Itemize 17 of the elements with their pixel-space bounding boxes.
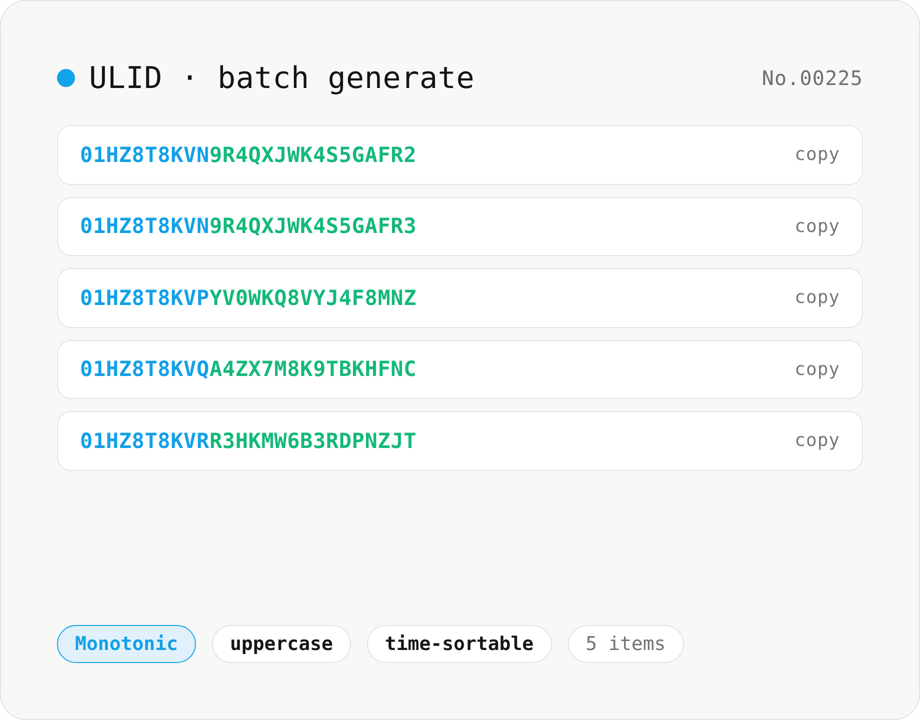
- status-dot-icon: [57, 69, 75, 87]
- ulid-text: 01HZ8T8KVQA4ZX7M8K9TBKHFNC: [80, 357, 417, 382]
- batch-number: No.00225: [762, 66, 863, 90]
- copy-button[interactable]: copy: [794, 430, 840, 452]
- option-chip[interactable]: Monotonic: [57, 625, 196, 663]
- item-count: 5 items: [568, 625, 684, 663]
- copy-button[interactable]: copy: [794, 216, 840, 237]
- copy-button[interactable]: copy: [794, 287, 840, 308]
- ulid-text: 01HZ8T8KVN9R4QXJWK4S5GAFR2: [80, 142, 417, 167]
- copy-button[interactable]: copy: [794, 144, 840, 166]
- copy-button[interactable]: copy: [794, 358, 840, 380]
- title: ULID · batch generate: [89, 60, 475, 96]
- ulid-text: 01HZ8T8KVRR3HKMW6B3RDPNZJT: [80, 428, 417, 453]
- option-chip[interactable]: time-sortable: [366, 625, 552, 663]
- ulid-text: 01HZ8T8KVPYV0WKQ8VYJ4F8MNZ: [80, 286, 417, 310]
- option-chip[interactable]: uppercase: [212, 625, 351, 663]
- ulid-text: 01HZ8T8KVN9R4QXJWK4S5GAFR3: [80, 214, 417, 238]
